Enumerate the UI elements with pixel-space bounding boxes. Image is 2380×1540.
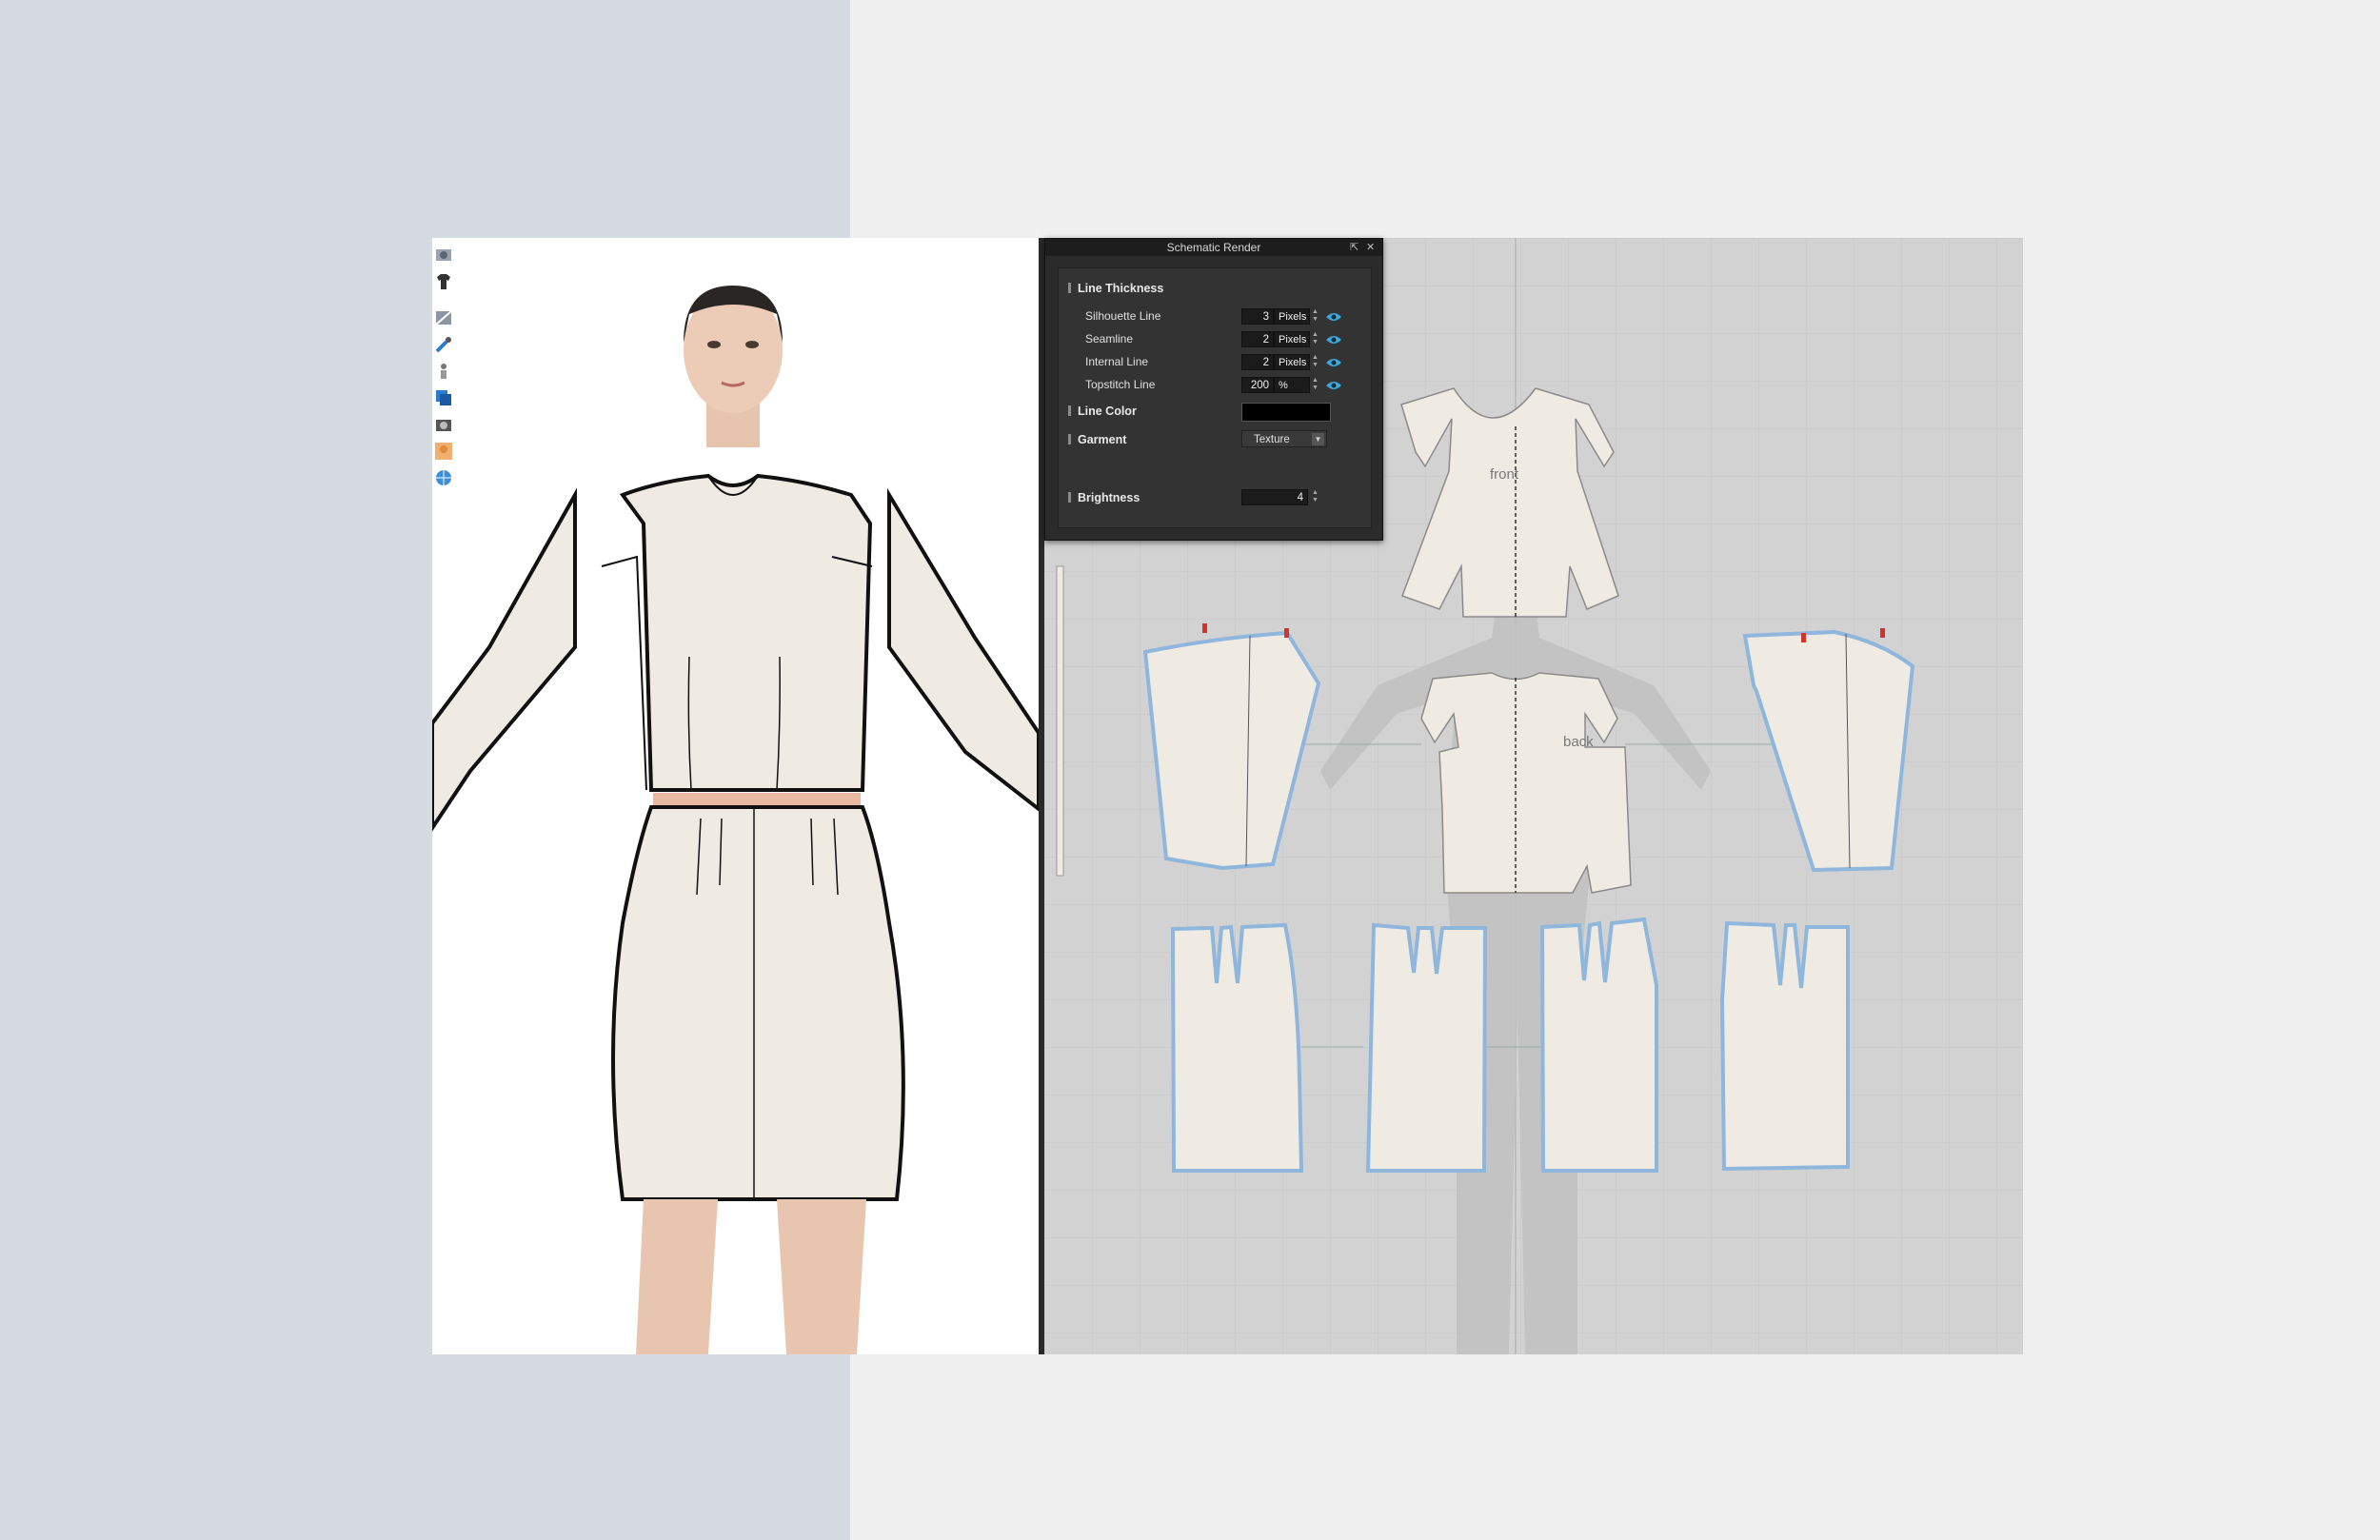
brightness-section[interactable]: Brightness	[1068, 491, 1140, 504]
texture-icon[interactable]	[432, 306, 455, 329]
brush-icon[interactable]	[432, 333, 455, 356]
skirt-back-right-piece[interactable]	[1719, 920, 1850, 1172]
avatar-3d-render	[432, 286, 1039, 1354]
garment-section[interactable]: Garment	[1068, 433, 1126, 446]
skin-icon[interactable]	[432, 440, 455, 463]
right-leg	[777, 1199, 866, 1354]
line-thickness-heading: Line Thickness	[1078, 282, 1164, 295]
notch	[1202, 623, 1207, 633]
left-eye	[707, 341, 721, 348]
garment-display-icon[interactable]	[432, 270, 455, 293]
silhouette-line-unit: Pixels	[1274, 308, 1310, 325]
left-leg	[636, 1199, 718, 1354]
globe-icon[interactable]	[432, 466, 455, 489]
layers-icon[interactable]	[432, 386, 455, 409]
front-label: front	[1490, 466, 1519, 483]
notch	[1880, 628, 1885, 638]
skirt-back-left-piece[interactable]	[1539, 917, 1658, 1173]
armhole-seam-left	[601, 555, 647, 791]
silhouette-line-value[interactable]: 3	[1241, 308, 1274, 325]
internal-line-label: Internal Line	[1085, 355, 1149, 368]
section-bar	[1068, 283, 1071, 293]
silhouette-line-stepper[interactable]: ▲ ▼	[1311, 308, 1319, 325]
back-label: back	[1563, 734, 1594, 750]
silhouette-line-label: Silhouette Line	[1085, 309, 1161, 323]
panel-title: Schematic Render	[1166, 241, 1261, 254]
garment-select[interactable]: Texture ▼	[1241, 430, 1327, 447]
figure-icon[interactable]	[432, 360, 455, 383]
brightness-heading: Brightness	[1078, 491, 1140, 504]
brightness-value[interactable]: 4	[1241, 489, 1308, 505]
3d-viewport[interactable]	[432, 238, 1039, 1354]
eye-icon[interactable]	[1325, 334, 1342, 346]
pin-icon[interactable]: ⇱	[1350, 241, 1359, 253]
camera-icon[interactable]	[432, 413, 455, 436]
seamline-value[interactable]: 2	[1241, 331, 1274, 347]
section-bar	[1068, 434, 1071, 444]
line-color-heading: Line Color	[1078, 405, 1137, 418]
side-strip	[1056, 565, 1064, 877]
schematic-render-panel: Schematic Render ⇱ ✕ Line Thickness Silh…	[1044, 238, 1383, 541]
topstitch-line-value[interactable]: 200	[1241, 377, 1274, 393]
line-thickness-section[interactable]: Line Thickness	[1068, 282, 1163, 295]
skirt	[611, 805, 905, 1201]
section-bar	[1068, 492, 1071, 503]
garment-select-value: Texture	[1254, 434, 1290, 445]
line-color-swatch[interactable]	[1241, 403, 1331, 422]
section-bar	[1068, 405, 1071, 416]
topstitch-line-unit: %	[1274, 377, 1310, 393]
brightness-stepper[interactable]: ▲ ▼	[1311, 489, 1319, 505]
skirt-front-right-piece[interactable]	[1365, 922, 1488, 1173]
eye-icon[interactable]	[1325, 357, 1342, 368]
line-color-section[interactable]: Line Color	[1068, 405, 1137, 418]
garment-heading: Garment	[1078, 433, 1127, 446]
seamline-stepper[interactable]: ▲ ▼	[1311, 331, 1319, 347]
bodice	[619, 473, 873, 792]
topstitch-line-stepper[interactable]: ▲ ▼	[1311, 377, 1319, 393]
seamline-label: Seamline	[1085, 332, 1134, 346]
internal-line-value[interactable]: 2	[1241, 354, 1274, 370]
eye-icon[interactable]	[1325, 311, 1342, 323]
internal-line-unit: Pixels	[1274, 354, 1310, 370]
right-eye	[745, 341, 759, 348]
notch	[1801, 633, 1806, 642]
seamline-unit: Pixels	[1274, 331, 1310, 347]
panel-body: Line Thickness Silhouette Line 3 Pixels …	[1058, 267, 1372, 528]
internal-line-stepper[interactable]: ▲ ▼	[1311, 354, 1319, 370]
eye-icon[interactable]	[1325, 380, 1342, 391]
topstitch-line-label: Topstitch Line	[1085, 378, 1156, 391]
avatar-display-icon[interactable]	[432, 244, 455, 267]
right-sleeve	[887, 487, 1039, 812]
close-icon[interactable]: ✕	[1366, 241, 1375, 253]
left-sleeve	[432, 487, 577, 832]
panel-titlebar[interactable]: Schematic Render ⇱ ✕	[1045, 239, 1382, 256]
notch	[1284, 628, 1289, 638]
back-bodice-piece[interactable]	[1420, 672, 1632, 894]
chevron-down-icon: ▼	[1312, 433, 1324, 445]
